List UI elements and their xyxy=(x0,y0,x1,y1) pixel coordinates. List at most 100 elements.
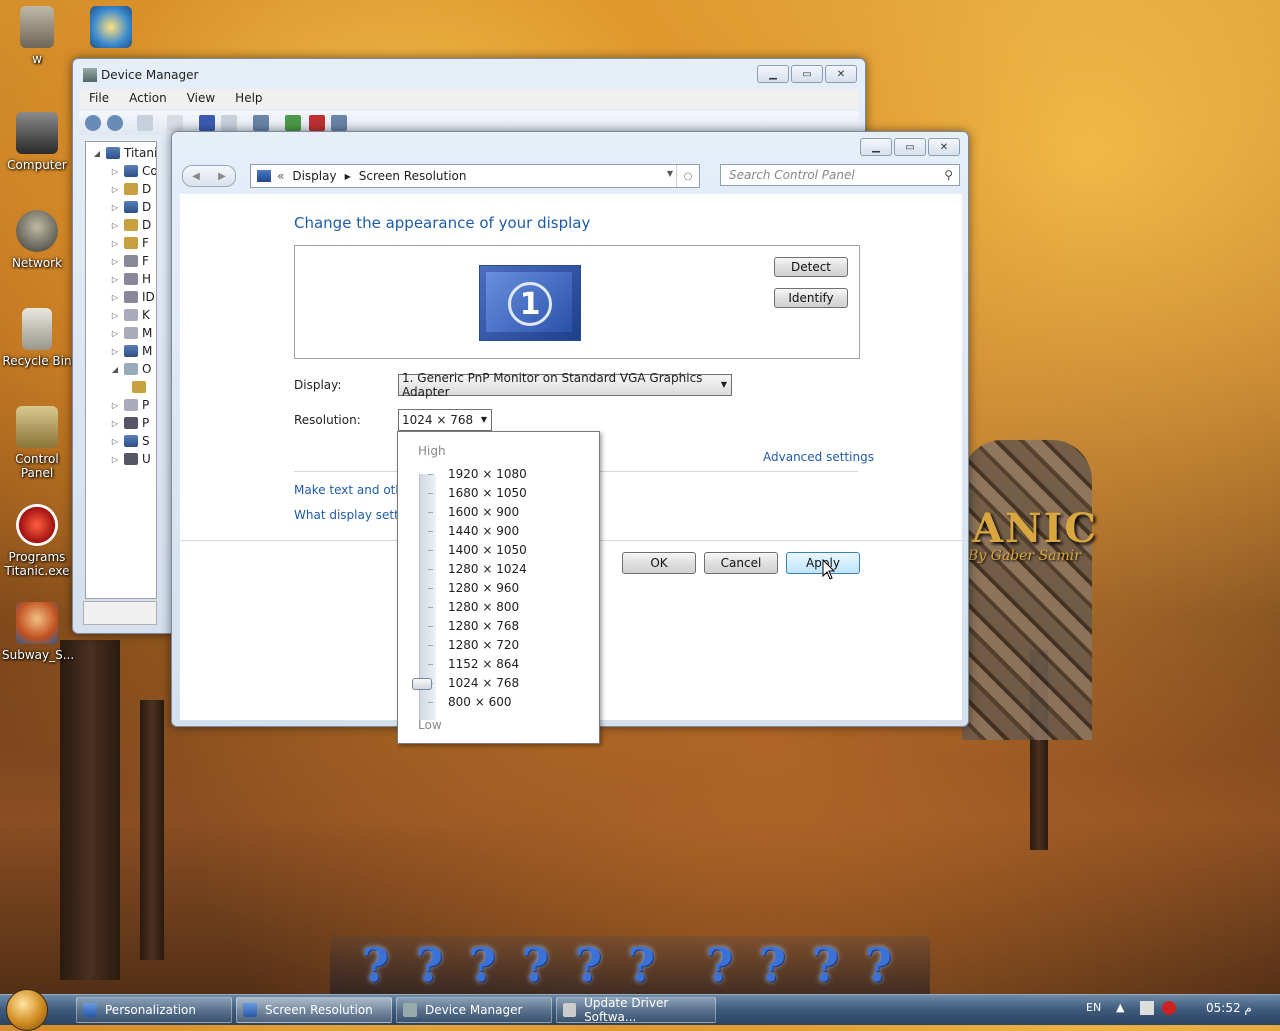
tree-node[interactable]: ▷ S xyxy=(110,432,150,450)
taskbar-item-screen-resolution[interactable]: Screen Resolution xyxy=(236,997,392,1023)
tree-node-root[interactable]: ◢Titanic_ xyxy=(92,144,156,162)
clock[interactable]: 05:52 م xyxy=(1206,1001,1252,1015)
unknown-app-icon[interactable]: ? xyxy=(812,938,839,992)
language-indicator[interactable]: EN xyxy=(1086,1001,1101,1014)
tree-node[interactable]: ▷ D xyxy=(110,216,151,234)
tree-node[interactable]: ◢ O xyxy=(110,360,152,378)
tree-node[interactable]: ▷ D xyxy=(110,198,151,216)
resolution-option[interactable]: 1400 × 1050 xyxy=(448,541,527,559)
view-icon[interactable] xyxy=(221,115,237,131)
unknown-app-icon[interactable]: ? xyxy=(865,938,892,992)
resolution-option[interactable]: 1440 × 900 xyxy=(448,522,519,540)
resolution-option[interactable]: 1280 × 960 xyxy=(448,579,519,597)
unknown-app-icon[interactable]: ? xyxy=(416,938,443,992)
address-dropdown-icon[interactable]: ▼ xyxy=(667,169,673,178)
desktop-icon-computer[interactable]: Computer xyxy=(2,112,72,172)
tree-node[interactable]: ▷ H xyxy=(110,270,151,288)
resolution-option[interactable]: 1280 × 720 xyxy=(448,636,519,654)
show-hidden-icons[interactable]: ▲ xyxy=(1116,1001,1124,1014)
back-arrow-icon[interactable]: ◀ xyxy=(192,171,200,182)
back-icon[interactable] xyxy=(85,115,101,131)
tree-node[interactable]: ▷ D xyxy=(110,180,151,198)
unknown-app-icon[interactable]: ? xyxy=(575,938,602,992)
resolution-select[interactable]: 1024 × 768 ▼ xyxy=(398,409,492,431)
tree-node[interactable]: ▷ F xyxy=(110,234,149,252)
tree-node[interactable]: ▷ K xyxy=(110,306,150,324)
close-button[interactable]: ✕ xyxy=(825,65,857,83)
identify-button[interactable]: Identify xyxy=(774,288,848,308)
unknown-app-icon[interactable]: ? xyxy=(706,938,733,992)
tree-node[interactable]: ▷ ID xyxy=(110,288,155,306)
scan-hardware-icon[interactable] xyxy=(253,115,269,131)
monitor-1-preview[interactable]: 1 xyxy=(479,265,581,341)
forward-icon[interactable] xyxy=(107,115,123,131)
forward-arrow-icon[interactable]: ▶ xyxy=(218,171,226,182)
tree-node[interactable]: ▷ M xyxy=(110,324,152,342)
address-bar[interactable]: « Display ▶ Screen Resolution ▼ ○ xyxy=(250,164,700,188)
breadcrumb-display[interactable]: Display xyxy=(292,169,336,183)
tree-node[interactable]: ▷ F xyxy=(110,252,149,270)
maximize-button[interactable]: ▭ xyxy=(894,138,926,156)
volume-tray-icon[interactable] xyxy=(1162,1001,1176,1015)
taskbar-item-device-manager[interactable]: Device Manager xyxy=(396,997,552,1023)
resolution-option[interactable]: 1600 × 900 xyxy=(448,503,519,521)
tree-node[interactable]: ▷ M xyxy=(110,342,152,360)
desktop-icon-subway[interactable]: Subway_S... xyxy=(2,602,74,662)
ok-button[interactable]: OK xyxy=(622,552,696,574)
minimize-button[interactable]: ▁ xyxy=(860,138,892,156)
taskbar-item-update-driver[interactable]: Update Driver Softwa... xyxy=(556,996,716,1024)
properties-icon[interactable] xyxy=(167,115,183,131)
desktop-icon-w[interactable]: w xyxy=(2,6,72,66)
desktop-icon-programs[interactable]: Programs Titanic.exe xyxy=(2,504,72,578)
desktop-icon-recycle-bin[interactable]: Recycle Bin xyxy=(2,308,72,368)
resolution-option[interactable]: 1920 × 1080 xyxy=(448,465,527,483)
uninstall-icon[interactable] xyxy=(309,115,325,131)
taskbar-item-personalization[interactable]: Personalization xyxy=(76,997,232,1023)
tree-node[interactable]: ▷Com xyxy=(110,162,156,180)
minimize-button[interactable]: ▁ xyxy=(757,65,789,83)
unknown-app-icon[interactable]: ? xyxy=(628,938,655,992)
desktop-icon-control-panel[interactable]: Control Panel xyxy=(2,406,72,480)
unknown-app-icon[interactable]: ? xyxy=(362,938,389,992)
maximize-button[interactable]: ▭ xyxy=(791,65,823,83)
network-tray-icon[interactable] xyxy=(1140,1001,1154,1015)
menu-help[interactable]: Help xyxy=(225,89,272,109)
search-icon[interactable]: ⚲ xyxy=(944,168,953,182)
breadcrumb-separator-icon[interactable]: ▶ xyxy=(345,172,351,181)
menu-file[interactable]: File xyxy=(79,89,119,109)
resolution-slider-thumb[interactable] xyxy=(412,678,432,690)
resolution-option[interactable]: 1024 × 768 xyxy=(448,674,519,692)
tree-node[interactable]: ▷ P xyxy=(110,414,149,432)
detect-button[interactable]: Detect xyxy=(774,257,848,277)
tree-node[interactable] xyxy=(128,378,150,396)
breadcrumb-screen-resolution[interactable]: Screen Resolution xyxy=(359,169,467,183)
cancel-button[interactable]: Cancel xyxy=(704,552,778,574)
desktop-icon-bucket[interactable] xyxy=(76,6,146,52)
resolution-option[interactable]: 1152 × 864 xyxy=(448,655,519,673)
help-icon[interactable] xyxy=(199,115,215,131)
show-hide-tree-icon[interactable] xyxy=(137,115,153,131)
tree-node[interactable]: ▷ U xyxy=(110,450,151,468)
menu-action[interactable]: Action xyxy=(119,89,177,109)
breadcrumb-overflow[interactable]: « xyxy=(277,169,284,183)
resolution-option[interactable]: 800 × 600 xyxy=(448,693,512,711)
desktop-icon-network[interactable]: Network xyxy=(2,210,72,270)
disable-icon[interactable] xyxy=(331,115,347,131)
advanced-settings-link[interactable]: Advanced settings xyxy=(763,450,874,464)
display-select[interactable]: 1. Generic PnP Monitor on Standard VGA G… xyxy=(398,371,732,399)
resolution-option[interactable]: 1280 × 800 xyxy=(448,598,519,616)
resolution-option[interactable]: 1680 × 1050 xyxy=(448,484,527,502)
unknown-app-icon[interactable]: ? xyxy=(469,938,496,992)
start-button[interactable] xyxy=(6,989,48,1031)
unknown-app-icon[interactable]: ? xyxy=(522,938,549,992)
close-button[interactable]: ✕ xyxy=(928,138,960,156)
menu-view[interactable]: View xyxy=(177,89,225,109)
update-driver-icon[interactable] xyxy=(285,115,301,131)
resolution-option[interactable]: 1280 × 768 xyxy=(448,617,519,635)
search-input[interactable]: Search Control Panel ⚲ xyxy=(720,164,960,186)
resolution-option[interactable]: 1280 × 1024 xyxy=(448,560,527,578)
unknown-app-icon[interactable]: ? xyxy=(759,938,786,992)
back-forward-buttons[interactable]: ◀ ▶ xyxy=(182,165,236,187)
tree-node[interactable]: ▷ P xyxy=(110,396,149,414)
refresh-icon[interactable]: ○ xyxy=(676,165,699,187)
